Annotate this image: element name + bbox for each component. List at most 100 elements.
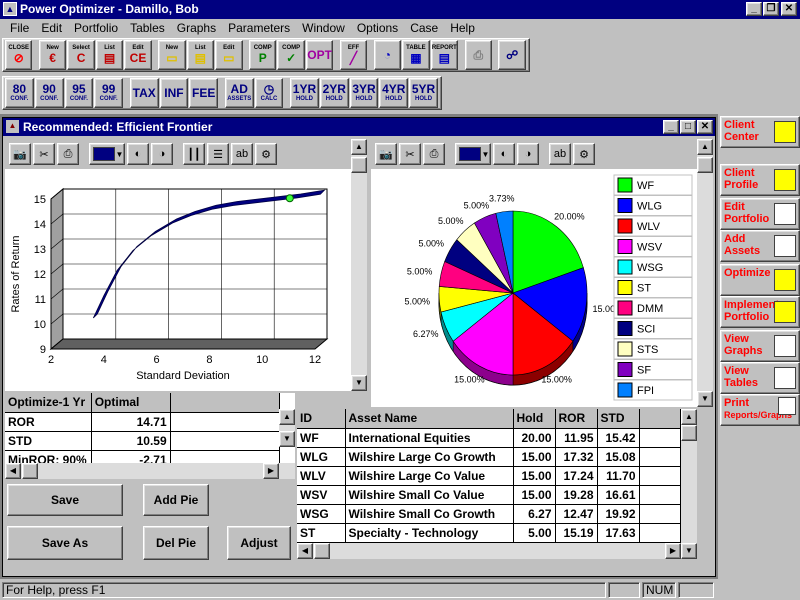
- pie-vertical-scrollbar[interactable]: ▲ ▼: [697, 139, 713, 407]
- menu-graphs[interactable]: Graphs: [171, 19, 222, 37]
- eff-button[interactable]: EFF ╱: [339, 40, 368, 70]
- pie-palette-icon[interactable]: ◐: [493, 143, 515, 165]
- text-label-icon[interactable]: ab: [231, 143, 253, 165]
- edit-client-button[interactable]: Edit CE: [124, 40, 152, 70]
- new-client-button[interactable]: New €: [38, 40, 67, 70]
- color-picker-dropdown[interactable]: ▼: [89, 143, 125, 165]
- client-profile-button[interactable]: Client Profile: [720, 164, 800, 196]
- conf-80-button[interactable]: 80 CONF.: [5, 78, 34, 108]
- menu-window[interactable]: Window: [296, 19, 351, 37]
- comp-check-button[interactable]: COMP ✓: [277, 40, 305, 70]
- menu-parameters[interactable]: Parameters: [222, 19, 296, 37]
- add-pie-button[interactable]: Add Pie: [143, 484, 209, 516]
- app-icon[interactable]: ▲: [3, 2, 17, 16]
- opt-h-scroll-thumb[interactable]: [22, 463, 38, 479]
- del-pie-button[interactable]: Del Pie: [143, 526, 209, 560]
- vertical-grid-icon[interactable]: ┃┃: [183, 143, 205, 165]
- table-row[interactable]: STD 10.59: [5, 431, 281, 451]
- conf-95-button[interactable]: 95 CONF.: [64, 78, 94, 108]
- restore-button[interactable]: ❐: [763, 2, 779, 16]
- client-center-button[interactable]: Client Center: [720, 116, 800, 148]
- pie-scroll-up-icon[interactable]: ▲: [697, 139, 713, 155]
- pie-magnify-icon[interactable]: ⚙: [573, 143, 595, 165]
- scroll-thumb[interactable]: [351, 157, 367, 173]
- opt-scroll-up-icon[interactable]: ▲: [279, 409, 295, 425]
- asset-h-scroll-thumb[interactable]: [314, 543, 330, 559]
- save-as-button[interactable]: Save As: [7, 526, 123, 560]
- view-tables-button[interactable]: View Tables: [720, 362, 800, 394]
- asset-scroll-thumb[interactable]: [681, 425, 697, 441]
- pie-scroll-thumb[interactable]: [697, 157, 713, 173]
- opt-button[interactable]: OPT: [305, 40, 334, 70]
- table-row[interactable]: WLV Wilshire Large Co Value 15.00 17.24 …: [297, 466, 681, 486]
- menu-help[interactable]: Help: [444, 19, 481, 37]
- edit-case-button[interactable]: Edit ▭: [215, 40, 243, 70]
- asset-scroll-up-icon[interactable]: ▲: [681, 409, 697, 425]
- save-button[interactable]: Save: [7, 484, 123, 516]
- pie-scissors-icon[interactable]: ✂: [399, 143, 421, 165]
- table-row[interactable]: WF International Equities 20.00 11.95 15…: [297, 428, 681, 448]
- magnify-icon[interactable]: ⚙: [255, 143, 277, 165]
- adjust-button[interactable]: Adjust: [227, 526, 291, 560]
- implement-portfolio-button[interactable]: Implement Portfolio: [720, 296, 800, 328]
- hold-5-button[interactable]: 5YR HOLD: [409, 78, 438, 108]
- new-case-button[interactable]: New ▭: [158, 40, 186, 70]
- list-clients-button[interactable]: List ▤: [95, 40, 124, 70]
- add-assets-button[interactable]: Add Assets: [720, 230, 800, 262]
- pie-printer-icon[interactable]: ⎙: [423, 143, 445, 165]
- menu-options[interactable]: Options: [351, 19, 404, 37]
- close-button[interactable]: ✕: [781, 2, 797, 16]
- horizontal-grid-icon[interactable]: ☰: [207, 143, 229, 165]
- conf-90-button[interactable]: 90 CONF.: [34, 78, 64, 108]
- network-button[interactable]: ☍: [498, 40, 526, 70]
- camera-icon[interactable]: 📷: [9, 143, 31, 165]
- asset-horizontal-scrollbar[interactable]: ◀ ▶: [297, 543, 681, 559]
- scroll-down-icon[interactable]: ▼: [351, 375, 367, 391]
- add-assets-button[interactable]: AD ASSETS: [224, 78, 254, 108]
- print-reports-button[interactable]: Print Reports/Graphs: [720, 394, 800, 426]
- opt-scroll-down-icon[interactable]: ▼: [279, 431, 295, 447]
- asset-scroll-right-icon[interactable]: ▶: [665, 543, 681, 559]
- inf-button[interactable]: INF: [159, 78, 189, 108]
- pie-color-picker-dropdown[interactable]: ▼: [455, 143, 491, 165]
- palette-icon[interactable]: ◐: [127, 143, 149, 165]
- scissors-icon[interactable]: ✂: [33, 143, 55, 165]
- table-row[interactable]: ROR 14.71: [5, 412, 281, 432]
- opt-horizontal-scrollbar[interactable]: ◀ ▶: [5, 463, 295, 479]
- optimize-button[interactable]: Optimize: [720, 264, 800, 296]
- menu-case[interactable]: Case: [404, 19, 444, 37]
- report-button[interactable]: REPORT ▤: [430, 40, 459, 70]
- opt-scroll-right-icon[interactable]: ▶: [263, 463, 279, 479]
- asset-vertical-scrollbar[interactable]: ▲ ▼: [681, 409, 697, 559]
- frontier-vertical-scrollbar[interactable]: ▲ ▼: [351, 139, 367, 391]
- opt-vertical-scrollbar[interactable]: ▲ ▼: [279, 409, 295, 447]
- menu-file[interactable]: File: [4, 19, 35, 37]
- menu-portfolio[interactable]: Portfolio: [68, 19, 124, 37]
- graph-button[interactable]: ◔: [373, 40, 402, 70]
- close-button[interactable]: CLOSE ⊘: [5, 40, 33, 70]
- optimal-portfolio-point[interactable]: [285, 194, 294, 203]
- asset-scroll-left-icon[interactable]: ◀: [297, 543, 313, 559]
- hold-1-button[interactable]: 1YR HOLD: [290, 78, 319, 108]
- child-close-button[interactable]: ✕: [697, 120, 713, 134]
- hold-3-button[interactable]: 3YR HOLD: [349, 78, 379, 108]
- hold-2-button[interactable]: 2YR HOLD: [319, 78, 349, 108]
- printer-icon[interactable]: ⎙: [57, 143, 79, 165]
- pie-text-label-icon[interactable]: ab: [549, 143, 571, 165]
- comp-p-button[interactable]: COMP P: [248, 40, 277, 70]
- tax-button[interactable]: TAX: [129, 78, 159, 108]
- child-window-icon[interactable]: ▲: [6, 120, 19, 133]
- table-row[interactable]: WSV Wilshire Small Co Value 15.00 19.28 …: [297, 485, 681, 505]
- view-graphs-button[interactable]: View Graphs: [720, 330, 800, 362]
- table-row[interactable]: WLG Wilshire Large Co Growth 15.00 17.32…: [297, 447, 681, 467]
- scroll-up-icon[interactable]: ▲: [351, 139, 367, 155]
- child-minimize-button[interactable]: _: [663, 120, 679, 134]
- list-cases-button[interactable]: List ▤: [186, 40, 215, 70]
- minimize-button[interactable]: _: [746, 2, 762, 16]
- fee-button[interactable]: FEE: [189, 78, 219, 108]
- menu-tables[interactable]: Tables: [124, 19, 171, 37]
- hold-4-button[interactable]: 4YR HOLD: [379, 78, 409, 108]
- menu-edit[interactable]: Edit: [35, 19, 68, 37]
- calc-button[interactable]: ◷ CALC: [254, 78, 284, 108]
- asset-scroll-down-icon[interactable]: ▼: [681, 543, 697, 559]
